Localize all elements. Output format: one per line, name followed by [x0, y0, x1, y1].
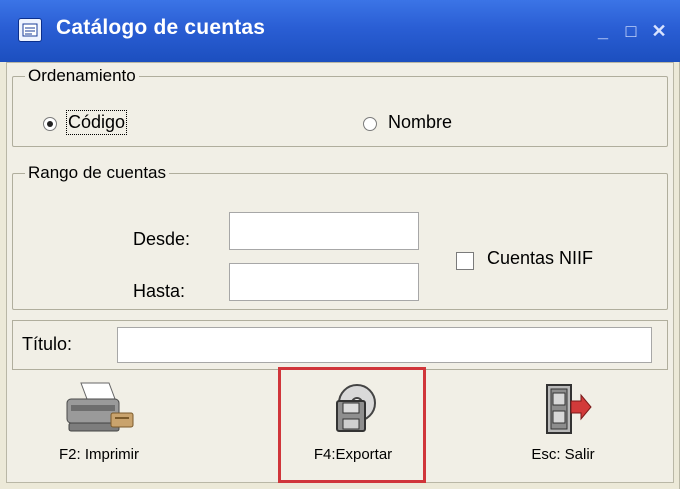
hasta-input[interactable] — [229, 263, 419, 301]
radio-codigo[interactable] — [43, 117, 57, 131]
imprimir-button[interactable]: F2: Imprimir — [27, 369, 171, 474]
exportar-label: F4:Exportar — [313, 446, 393, 463]
catalogo-window: Catálogo de cuentas _ □ ✕ Ordenamiento C… — [0, 0, 680, 489]
radio-selected-dot — [47, 121, 53, 127]
desde-input[interactable] — [229, 212, 419, 250]
window-title: Catálogo de cuentas — [56, 16, 266, 39]
radio-nombre[interactable] — [363, 117, 377, 131]
desde-label: Desde: — [133, 229, 191, 249]
exportar-button[interactable]: F4:Exportar — [281, 369, 425, 474]
close-button[interactable]: ✕ — [650, 22, 668, 40]
salir-label: Esc: Salir — [531, 446, 595, 463]
titulo-input[interactable] — [117, 327, 652, 363]
export-disk-icon — [336, 384, 376, 432]
niif-label[interactable]: Cuentas NIIF — [487, 248, 593, 269]
app-icon — [18, 18, 42, 42]
titulo-row: Título: — [12, 320, 668, 370]
rango-group: Rango de cuentas Desde: Hasta: Cuentas N… — [12, 163, 668, 310]
niif-checkbox[interactable] — [456, 252, 474, 270]
salir-button[interactable]: Esc: Salir — [491, 369, 635, 474]
ordenamiento-legend: Ordenamiento — [25, 66, 139, 86]
radio-codigo-label[interactable]: Código — [65, 110, 128, 135]
dialog-content: Ordenamiento Código Nombre Rango de cuen… — [6, 62, 674, 483]
titulo-label: Título: — [22, 334, 73, 354]
maximize-button[interactable]: □ — [622, 22, 640, 40]
hasta-label: Hasta: — [133, 281, 186, 301]
imprimir-label: F2: Imprimir — [59, 446, 139, 463]
title-bar[interactable]: Catálogo de cuentas _ □ ✕ — [0, 0, 680, 62]
exit-door-icon — [546, 384, 592, 434]
printer-icon — [66, 382, 134, 432]
minimize-button[interactable]: _ — [594, 22, 612, 40]
rango-legend: Rango de cuentas — [25, 163, 169, 183]
radio-nombre-label[interactable]: Nombre — [388, 112, 452, 133]
ordenamiento-group: Ordenamiento Código Nombre — [12, 66, 668, 147]
